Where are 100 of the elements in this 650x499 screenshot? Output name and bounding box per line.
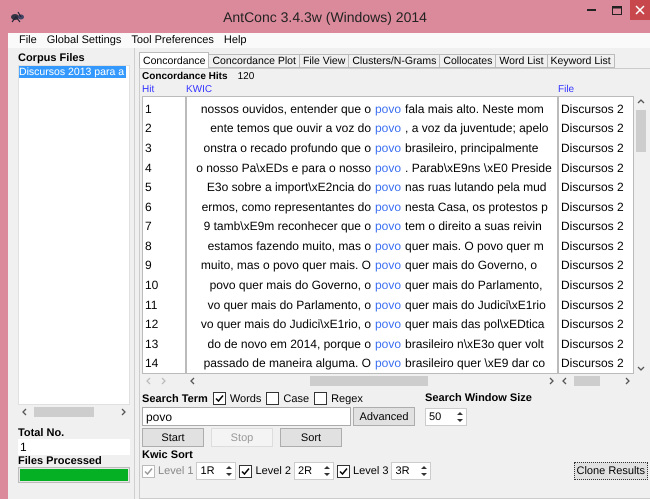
right-context: tem o direito a suas reivin (404, 219, 543, 234)
menu-item[interactable]: Global Settings (42, 33, 126, 48)
file-name: Discursos 2 (560, 296, 625, 314)
keyword: povo (375, 258, 402, 272)
level-label: Level 2 (255, 465, 291, 477)
hit-number: 3 (144, 140, 153, 157)
menu-item[interactable]: Help (218, 33, 252, 48)
column-header[interactable]: Hit (142, 82, 186, 96)
right-context: quer mais das pol\xEDtica (404, 317, 546, 332)
keyword: povo (375, 219, 402, 234)
search-window-size-label: Search Window Size (425, 392, 532, 404)
keyword: povo (375, 140, 402, 155)
file-name: Discursos 2 (560, 355, 625, 372)
tab[interactable]: Clusters/N-Grams (348, 54, 440, 68)
tab[interactable]: Keyword List (546, 54, 615, 68)
left-context: ente temos que ouvir a voz do (209, 121, 372, 136)
keyword: povo (375, 238, 402, 253)
clone-results-button[interactable]: Clone Results (574, 462, 648, 480)
file-name: Discursos 2 (560, 257, 625, 274)
file-name: Discursos 2 (560, 238, 625, 255)
window-size-field[interactable]: 50 (425, 408, 467, 426)
scrollbar-thumb[interactable] (574, 376, 600, 386)
window-title: AntConc 3.4.3w (Windows) 2014 (222, 8, 428, 24)
left-context: E3o sobre a import\xE2ncia do (206, 180, 372, 194)
scrollbar-thumb[interactable] (310, 376, 428, 386)
right-context: nesta Casa, os protestos p (404, 200, 549, 214)
keyword: povo (375, 356, 402, 370)
right-context: quer mais do Parlamento, (404, 278, 544, 292)
menu-item[interactable]: Tool Preferences (126, 33, 219, 48)
checkbox[interactable] (266, 392, 280, 405)
option-label: Regex (331, 392, 363, 404)
column-header[interactable]: KWIC (186, 82, 558, 96)
file-name: Discursos 2 (560, 120, 625, 138)
search-term-field[interactable]: povo (142, 407, 351, 426)
hits-count: 120 (238, 71, 254, 82)
file-name: Discursos 2 (560, 160, 625, 177)
hit-number: 2 (144, 120, 153, 138)
right-context: fala mais alto. Neste mom (404, 102, 545, 116)
hit-number: 11 (144, 296, 158, 314)
left-context: povo quer mais do Governo, o (208, 278, 372, 292)
level-field[interactable]: 3R (391, 462, 432, 480)
total-no-field: 1 (18, 439, 130, 455)
keyword: povo (375, 278, 402, 292)
keyword: povo (375, 102, 402, 116)
keyword: povo (375, 317, 402, 332)
close-icon[interactable] (630, 0, 650, 20)
scrollbar-thumb[interactable] (34, 407, 94, 417)
option-label: Words (230, 392, 262, 404)
hit-number: 4 (144, 160, 153, 177)
action-button[interactable]: Start (142, 428, 204, 447)
left-context: vo quer mais do Parlamento, o (206, 298, 372, 312)
left-context: ermos, como representantes do (200, 200, 372, 214)
right-context: quer mais do Governo, o (404, 258, 538, 272)
checkbox[interactable] (239, 464, 252, 478)
advanced-button[interactable]: Advanced (353, 407, 415, 426)
checkbox[interactable] (336, 464, 350, 478)
checkbox[interactable] (314, 392, 328, 405)
left-context: estamos fazendo muito, mas o (206, 238, 372, 253)
files-processed-label: Files Processed (18, 455, 103, 467)
search-term-label: Search Term (142, 392, 208, 404)
tab[interactable]: Concordance Plot (208, 54, 300, 68)
scrollbar-thumb[interactable] (636, 110, 646, 152)
total-no-label: Total No. (18, 427, 66, 439)
right-context: nas ruas lutando pela mud (404, 180, 548, 194)
keyword: povo (375, 180, 402, 194)
kwic-sort-label: Kwic Sort (142, 449, 194, 461)
hit-number: 5 (144, 179, 153, 196)
level-label: Level 1 (158, 465, 194, 477)
corpus-files-label: Corpus Files (18, 52, 86, 64)
left-context: onstra o recado profundo que o (202, 140, 372, 155)
left-context: 9 tamb\xE9m reconhecer que o (202, 219, 372, 234)
tab[interactable]: Concordance (139, 52, 210, 68)
menu-item[interactable]: File (14, 33, 42, 48)
option-label: Case (283, 392, 310, 404)
tab[interactable]: File View (298, 54, 350, 68)
right-context: quer mais do Judici\xE1rio (404, 298, 547, 312)
file-name: Discursos 2 (560, 179, 625, 196)
right-context: quer mais. O povo quer m (404, 238, 545, 253)
checkbox[interactable] (212, 392, 226, 405)
ant-icon (10, 10, 26, 22)
level-label: Level 3 (352, 465, 388, 477)
left-context: do de novo em 2014, porque o (206, 336, 372, 351)
left-context: passado de maneira alguma. O (202, 356, 372, 370)
keyword: povo (375, 336, 402, 351)
tab[interactable]: Word List (495, 54, 548, 68)
left-context: vo quer mais do Judici\xE1rio, o (200, 317, 372, 332)
keyword: povo (375, 160, 402, 175)
tab[interactable]: Collocates (439, 54, 496, 68)
file-name: Discursos 2 (560, 218, 625, 236)
right-context: brasileiro n\xE3o quer volt (404, 336, 545, 351)
hit-number: 1 (144, 100, 153, 118)
keyword: povo (375, 200, 402, 214)
level-field[interactable]: 2R (294, 462, 334, 480)
action-button[interactable]: Sort (280, 428, 342, 447)
hit-number: 6 (144, 198, 153, 216)
file-name: Discursos 2 (560, 140, 625, 157)
hit-number: 8 (144, 238, 153, 255)
column-header[interactable]: File (558, 82, 634, 96)
file-name: Discursos 2 (560, 100, 625, 118)
left-context: nossos ouvidos, entender que o (200, 102, 372, 116)
